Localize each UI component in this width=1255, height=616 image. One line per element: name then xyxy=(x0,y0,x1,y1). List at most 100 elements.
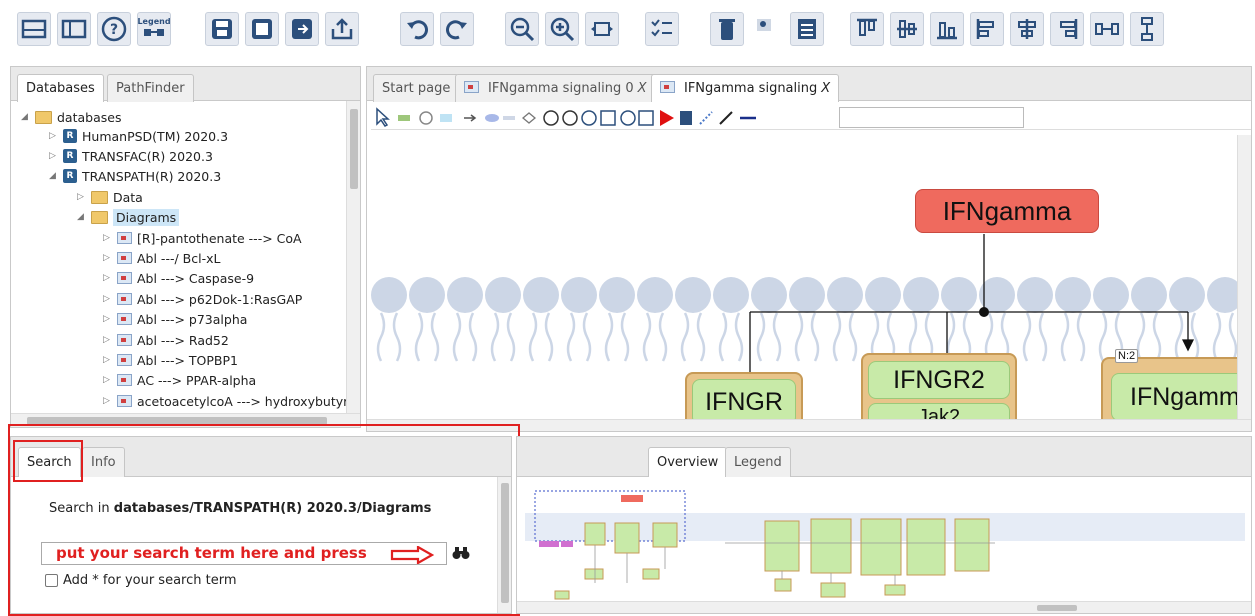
scrollbar-thumb[interactable] xyxy=(350,109,358,189)
tree-diagram-item[interactable]: ▷ Abl ---> p73alpha xyxy=(103,309,247,329)
tree-vertical-scrollbar[interactable] xyxy=(346,101,360,413)
node-ifngr2[interactable]: IFNGR2 Jak2 xyxy=(861,353,1017,419)
distribute-h-icon[interactable] xyxy=(1090,12,1124,46)
diagram-icon xyxy=(117,374,132,386)
node-label: IFNGR2 xyxy=(868,361,1010,400)
tab-legend[interactable]: Legend xyxy=(725,447,791,477)
node-ifngamma[interactable]: IFNgamma xyxy=(915,189,1099,233)
tree-db-humanpsd[interactable]: ▷ R HumanPSD(TM) 2020.3 xyxy=(49,126,228,146)
tree-diagram-item[interactable]: ▷ AC ---> PPAR-alpha xyxy=(103,370,256,390)
tree-label: acetoacetylcoA ---> hydroxybutyr xyxy=(137,393,349,409)
align-left-icon[interactable] xyxy=(970,12,1004,46)
database-icon: R xyxy=(63,169,77,183)
tree-label: TRANSFAC(R) 2020.3 xyxy=(82,148,213,164)
diagram-icon xyxy=(660,81,675,93)
drawing-toolbar xyxy=(371,106,1251,130)
tree-label: AC ---> PPAR-alpha xyxy=(137,372,257,388)
export-icon[interactable] xyxy=(285,12,319,46)
diagram-canvas[interactable]: IFNgamma IFNGR IFNGR2 Jak2 N:2 IFNgamm xyxy=(367,135,1237,419)
membrane xyxy=(371,277,1237,313)
diagram-icon xyxy=(117,252,132,264)
tree-diagram-item[interactable]: ▷ Abl ---/ Bcl-xL xyxy=(103,248,220,268)
node-ifngr[interactable]: IFNGR xyxy=(685,372,803,419)
close-icon[interactable]: X xyxy=(638,81,647,102)
drawing-tools[interactable] xyxy=(371,106,851,130)
tree-label: Data xyxy=(113,189,143,205)
tree-label: Abl ---> Caspase-9 xyxy=(137,270,255,286)
save-icon[interactable] xyxy=(205,12,239,46)
editor-tabbar: Start page IFNgamma signaling 0 X IFNgamm… xyxy=(367,67,1251,102)
folder-icon xyxy=(35,110,52,124)
tab-databases[interactable]: Databases xyxy=(17,74,104,102)
legend-icon[interactable]: Legend xyxy=(137,12,171,46)
image-icon[interactable] xyxy=(750,12,784,46)
svg-text:?: ? xyxy=(110,22,118,38)
align-top-icon[interactable] xyxy=(850,12,884,46)
tab-ifngamma[interactable]: IFNgamma signaling X xyxy=(651,74,840,102)
drawing-text-input[interactable] xyxy=(839,107,1024,128)
tree-folder-diagrams[interactable]: ◢ Diagrams xyxy=(77,207,180,227)
align-center-icon[interactable] xyxy=(890,12,924,46)
tree-label: [R]-pantothenate ---> CoA xyxy=(137,230,302,246)
tab-label: IFNgamma signaling xyxy=(684,81,818,96)
tab-label: IFNgamma signaling 0 xyxy=(488,81,634,96)
scrollbar-thumb[interactable] xyxy=(1037,605,1077,611)
align-right-icon[interactable] xyxy=(1050,12,1084,46)
database-icon: R xyxy=(63,149,77,163)
align-middle-icon[interactable] xyxy=(1010,12,1044,46)
tree-label: Abl ---/ Bcl-xL xyxy=(137,250,221,266)
table-icon[interactable] xyxy=(790,12,824,46)
tree-label: Abl ---> p62Dok-1:RasGAP xyxy=(137,291,303,307)
tree-label: Abl ---> p73alpha xyxy=(137,311,248,327)
diagram-icon xyxy=(117,354,132,366)
align-bottom-icon[interactable] xyxy=(930,12,964,46)
zoom-in-icon[interactable] xyxy=(545,12,579,46)
tree-diagram-item[interactable]: ▷ [R]-pantothenate ---> CoA xyxy=(103,228,302,248)
tab-pathfinder[interactable]: PathFinder xyxy=(107,74,194,102)
tree-diagram-item[interactable]: ▷ acetoacetylcoA ---> hydroxybutyr xyxy=(103,391,348,411)
node-label: Jak2 xyxy=(868,403,1010,419)
tree-db-transpath[interactable]: ◢ R TRANSPATH(R) 2020.3 xyxy=(49,166,221,186)
tree-folder-data[interactable]: ▷ Data xyxy=(77,187,143,207)
tab-start-page[interactable]: Start page xyxy=(373,74,460,102)
tree-root[interactable]: ◢ databases xyxy=(21,107,121,127)
distribute-v-icon[interactable] xyxy=(1130,12,1164,46)
canvas-vertical-scrollbar[interactable] xyxy=(1237,135,1251,419)
help-icon[interactable]: ? xyxy=(97,12,131,46)
save-as-icon[interactable] xyxy=(245,12,279,46)
tree-diagram-item[interactable]: ▷ Abl ---> Rad52 xyxy=(103,330,229,350)
upload-icon[interactable] xyxy=(325,12,359,46)
tab-overview[interactable]: Overview xyxy=(648,447,728,477)
overview-horizontal-scrollbar[interactable] xyxy=(517,601,1251,613)
search-tab-highlight xyxy=(13,440,83,482)
tree-diagram-item[interactable]: ▷ Abl ---> Caspase-9 xyxy=(103,268,254,288)
close-icon[interactable]: X xyxy=(821,81,830,102)
checklist-icon[interactable] xyxy=(645,12,679,46)
diagram-icon xyxy=(117,334,132,346)
diagram-icon xyxy=(117,395,132,407)
layout-icon[interactable] xyxy=(17,12,51,46)
delete-icon[interactable] xyxy=(710,12,744,46)
tab-ifngamma-0[interactable]: IFNgamma signaling 0 X xyxy=(455,74,656,102)
tree-db-transfac[interactable]: ▷ R TRANSFAC(R) 2020.3 xyxy=(49,146,213,166)
diagram-icon xyxy=(117,272,132,284)
undo-icon[interactable] xyxy=(400,12,434,46)
tree-label: databases xyxy=(57,109,122,125)
overview-minimap[interactable] xyxy=(525,483,1245,603)
tree-label: TRANSPATH(R) 2020.3 xyxy=(82,168,222,184)
diagram-icon xyxy=(117,313,132,325)
folder-icon xyxy=(91,190,108,204)
tree-label: Abl ---> TOPBP1 xyxy=(137,352,238,368)
tree-diagram-item[interactable]: ▷ Abl ---> TOPBP1 xyxy=(103,350,238,370)
fit-icon[interactable] xyxy=(585,12,619,46)
multimer-badge: N:2 xyxy=(1115,349,1139,363)
search-highlight-box xyxy=(8,424,520,616)
panel-icon[interactable] xyxy=(57,12,91,46)
diagram-icon xyxy=(117,293,132,305)
redo-icon[interactable] xyxy=(440,12,474,46)
database-icon: R xyxy=(63,129,77,143)
node-ifngamma-complex[interactable]: N:2 IFNgamm xyxy=(1101,349,1237,419)
node-label: IFNGR xyxy=(692,379,796,419)
zoom-out-icon[interactable] xyxy=(505,12,539,46)
tree-diagram-item[interactable]: ▷ Abl ---> p62Dok-1:RasGAP xyxy=(103,289,302,309)
